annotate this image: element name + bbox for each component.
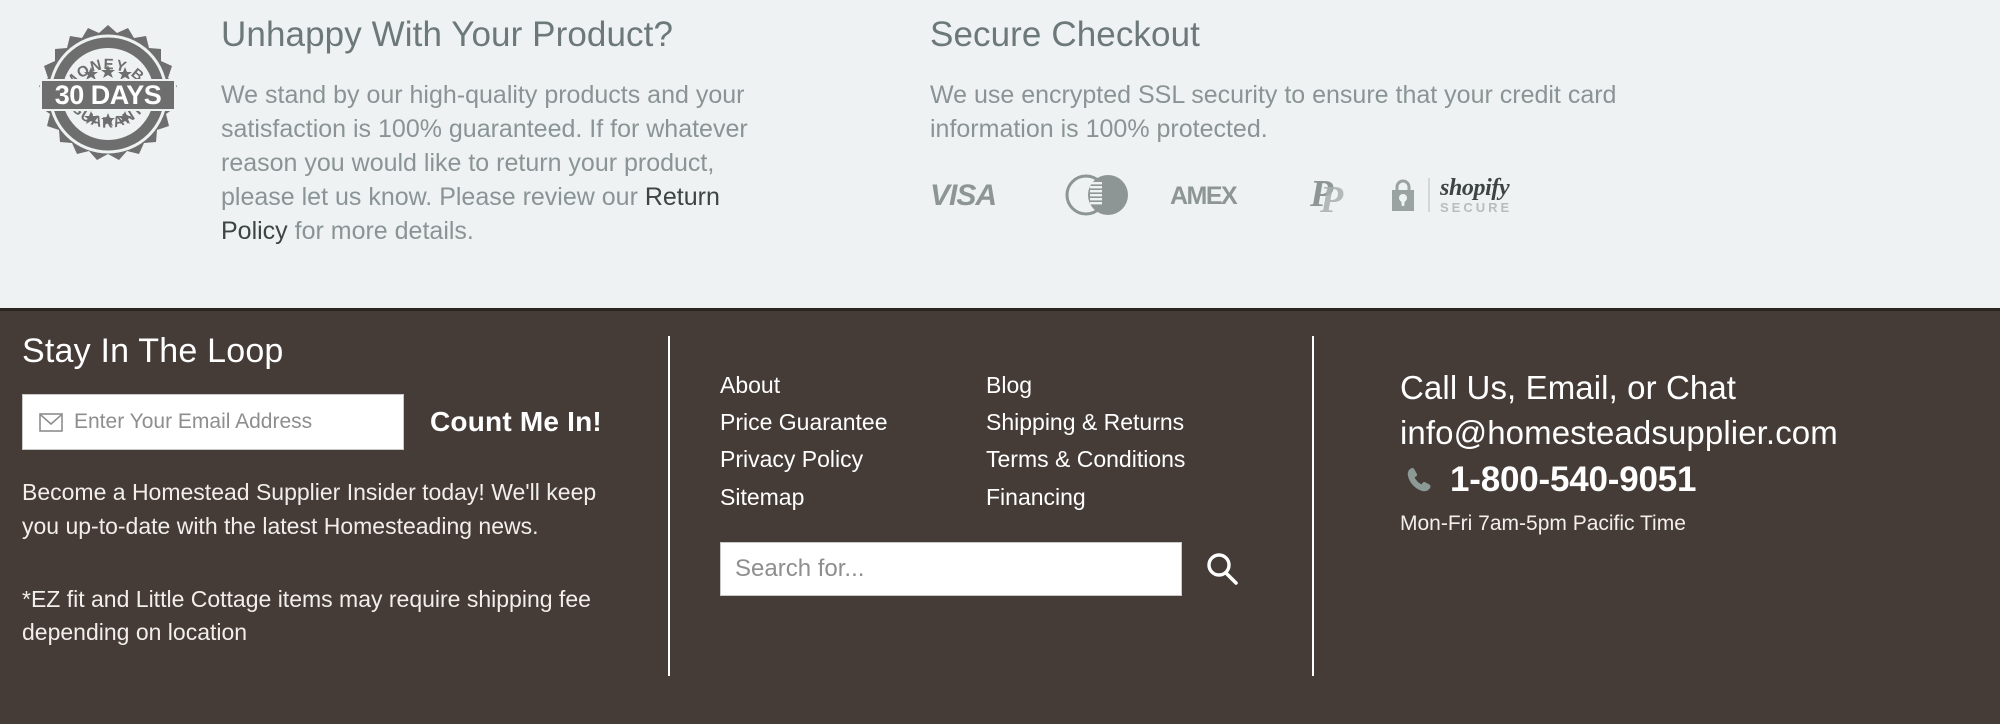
footer-link-privacy-policy[interactable]: Privacy Policy	[720, 445, 986, 474]
footer-links-section: About Price Guarantee Privacy Policy Sit…	[668, 311, 1312, 596]
envelope-icon	[39, 413, 63, 432]
email-input-wrapper[interactable]: Enter Your Email Address	[22, 394, 404, 451]
search-input-placeholder: Search for...	[735, 554, 865, 582]
visa-icon: VISA	[930, 178, 1026, 212]
shopify-badge-divider	[1428, 178, 1430, 212]
svg-text:AMEX: AMEX	[1170, 182, 1238, 210]
mastercard-icon	[1062, 173, 1134, 217]
secure-checkout-body: We use encrypted SSL security to ensure …	[930, 81, 1617, 143]
shopify-secure-badge: shopify SECURE	[1388, 176, 1512, 214]
newsletter-submit-button[interactable]: Count Me In!	[430, 406, 602, 438]
footer-link-shipping-returns[interactable]: Shipping & Returns	[986, 408, 1252, 437]
footer-link-financing[interactable]: Financing	[986, 483, 1252, 512]
contact-hours: Mon-Fri 7am-5pm Pacific Time	[1400, 511, 1686, 535]
email-input-placeholder: Enter Your Email Address	[74, 410, 313, 434]
money-back-badge: MONEY BACK GUARANTEE 30 DAYS	[20, 14, 195, 177]
contact-phone-number[interactable]: 1-800-540-9051	[1450, 460, 1696, 500]
newsletter-title: Stay In The Loop	[22, 332, 284, 370]
shopify-wordmark: shopify	[1440, 175, 1510, 201]
search-submit-button[interactable]	[1202, 549, 1242, 589]
footer-link-about[interactable]: About	[720, 371, 986, 400]
guarantee-body-after: for more details.	[287, 217, 474, 245]
shopify-secure-label: SECURE	[1440, 200, 1513, 215]
footer-links-column-1: About Price Guarantee Privacy Policy Sit…	[720, 371, 986, 520]
search-icon	[1207, 553, 1238, 585]
shopify-badge-text: shopify SECURE	[1440, 176, 1512, 214]
contact-email-link[interactable]: info@homesteadsupplier.com	[1400, 412, 2000, 453]
guarantee-section: MONEY BACK GUARANTEE 30 DAYS Unhappy W	[0, 14, 900, 248]
search-input[interactable]: Search for...	[720, 541, 1182, 596]
newsletter-form: Enter Your Email Address Count Me In!	[22, 394, 660, 451]
lock-icon	[1392, 179, 1414, 211]
guarantee-body: We stand by our high-quality products an…	[221, 78, 781, 248]
svg-text:30 DAYS: 30 DAYS	[54, 80, 161, 110]
newsletter-section: Stay In The Loop Enter Your Email Addres…	[0, 311, 660, 721]
phone-icon	[1407, 467, 1431, 491]
shipping-fee-note: *EZ fit and Little Cottage items may req…	[22, 586, 591, 646]
svg-text:P: P	[1319, 179, 1344, 216]
amex-icon: AMEX	[1170, 180, 1274, 210]
contact-phone-row[interactable]: 1-800-540-9051	[1400, 460, 2000, 500]
guarantee-heading: Unhappy With Your Product?	[221, 15, 674, 54]
secure-checkout-section: Secure Checkout We use encrypted SSL sec…	[900, 14, 1980, 218]
footer-link-blog[interactable]: Blog	[986, 371, 1252, 400]
secure-checkout-heading: Secure Checkout	[930, 15, 1200, 54]
site-footer: Stay In The Loop Enter Your Email Addres…	[0, 311, 2000, 721]
footer-links-grid: About Price Guarantee Privacy Policy Sit…	[720, 371, 1312, 520]
guarantee-text-block: Unhappy With Your Product? We stand by o…	[195, 14, 781, 248]
payment-icons-row: VISA AMEX P P shopify SECURE	[930, 172, 1980, 218]
footer-links-column-2: Blog Shipping & Returns Terms & Conditio…	[986, 371, 1252, 520]
contact-heading: Call Us, Email, or Chat	[1400, 369, 1737, 406]
svg-text:VISA: VISA	[930, 179, 996, 212]
money-back-guarantee-seal-icon: MONEY BACK GUARANTEE 30 DAYS	[33, 22, 177, 160]
footer-search-form: Search for...	[720, 541, 1312, 596]
trust-bar: MONEY BACK GUARANTEE 30 DAYS Unhappy W	[0, 0, 2000, 311]
footer-link-terms-conditions[interactable]: Terms & Conditions	[986, 445, 1252, 474]
paypal-icon: P P	[1310, 174, 1356, 216]
footer-contact-section: Call Us, Email, or Chat info@homesteadsu…	[1312, 311, 2000, 536]
footer-link-sitemap[interactable]: Sitemap	[720, 483, 986, 512]
newsletter-description: Become a Homestead Supplier Insider toda…	[22, 479, 597, 539]
footer-link-price-guarantee[interactable]: Price Guarantee	[720, 408, 986, 437]
